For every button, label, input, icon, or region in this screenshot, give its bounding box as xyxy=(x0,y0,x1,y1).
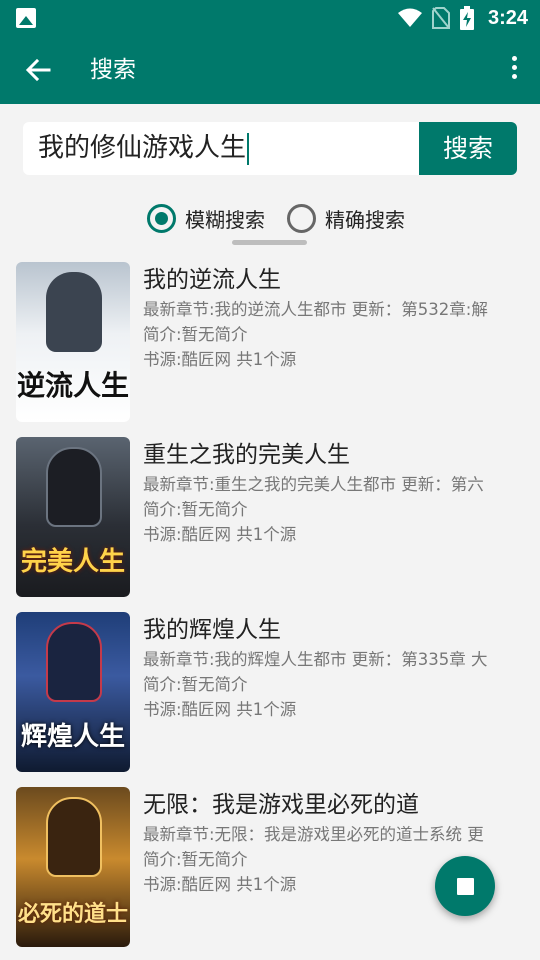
list-item[interactable]: 完美人生 重生之我的完美人生 最新章节:重生之我的完美人生都市 更新：第六 简介… xyxy=(0,437,540,599)
book-title: 我的逆流人生 xyxy=(143,267,281,293)
radio-label-exact: 精确搜索 xyxy=(325,207,405,232)
radio-checked-icon[interactable] xyxy=(147,203,176,233)
drag-handle[interactable] xyxy=(232,240,307,245)
cover-title: 完美人生 xyxy=(20,547,125,577)
search-input[interactable]: 我的修仙游戏人生 xyxy=(23,122,421,175)
book-intro: 简介:暂无简介 xyxy=(143,675,248,694)
radio-exact-search[interactable]: 精确搜索 xyxy=(287,203,405,233)
book-title: 重生之我的完美人生 xyxy=(143,442,350,468)
book-intro: 简介:暂无简介 xyxy=(143,325,248,344)
gallery-icon xyxy=(16,8,36,28)
search-bar: 我的修仙游戏人生 搜索 xyxy=(23,122,517,175)
page-title: 搜索 xyxy=(90,57,136,83)
stop-search-button[interactable] xyxy=(435,856,495,916)
cover-title: 逆流人生 xyxy=(16,369,129,402)
radio-label-fuzzy: 模糊搜索 xyxy=(185,207,265,232)
cover-figure xyxy=(46,797,102,877)
list-item[interactable]: 逆流人生 我的逆流人生 最新章节:我的逆流人生都市 更新：第532章:解 简介:… xyxy=(0,262,540,424)
book-title: 我的辉煌人生 xyxy=(143,617,281,643)
arrow-back-icon[interactable] xyxy=(22,54,54,86)
search-query: 我的修仙游戏人生 xyxy=(38,133,247,163)
radio-unchecked-icon[interactable] xyxy=(287,203,316,233)
no-sim-icon xyxy=(431,7,450,29)
radio-fuzzy-search[interactable]: 模糊搜索 xyxy=(147,203,265,233)
list-item[interactable]: 辉煌人生 我的辉煌人生 最新章节:我的辉煌人生都市 更新：第335章 大 简介:… xyxy=(0,612,540,774)
search-mode-group: 模糊搜索 精确搜索 xyxy=(147,201,427,235)
app-bar: 搜索 xyxy=(0,36,540,104)
book-source: 书源:酷匠网 共1个源 xyxy=(143,350,297,369)
book-info: 重生之我的完美人生 最新章节:重生之我的完美人生都市 更新：第六 简介:暂无简介… xyxy=(143,437,540,547)
book-info: 我的逆流人生 最新章节:我的逆流人生都市 更新：第532章:解 简介:暂无简介 … xyxy=(143,262,540,372)
status-icons: 3:24 xyxy=(397,0,528,36)
cover-title: 辉煌人生 xyxy=(20,722,125,752)
battery-charging-icon xyxy=(459,6,474,30)
book-cover: 完美人生 xyxy=(16,437,130,597)
cover-figure xyxy=(46,272,102,352)
book-cover: 辉煌人生 xyxy=(16,612,130,772)
more-vert-icon[interactable] xyxy=(506,56,522,84)
book-title: 无限：我是游戏里必死的道 xyxy=(143,792,419,818)
book-intro: 简介:暂无简介 xyxy=(143,500,248,519)
book-cover: 逆流人生 xyxy=(16,262,130,422)
book-cover: 必死的道士 xyxy=(16,787,130,947)
book-latest-chapter: 最新章节:我的辉煌人生都市 更新：第335章 大 xyxy=(143,650,488,669)
cover-figure xyxy=(46,622,102,702)
status-time: 3:24 xyxy=(487,6,528,29)
search-button[interactable]: 搜索 xyxy=(419,122,517,175)
status-bar: 3:24 xyxy=(0,0,540,36)
book-info: 我的辉煌人生 最新章节:我的辉煌人生都市 更新：第335章 大 简介:暂无简介 … xyxy=(143,612,540,722)
book-source: 书源:酷匠网 共1个源 xyxy=(143,700,297,719)
book-latest-chapter: 最新章节:我的逆流人生都市 更新：第532章:解 xyxy=(143,300,488,319)
book-latest-chapter: 最新章节:重生之我的完美人生都市 更新：第六 xyxy=(143,475,484,494)
book-latest-chapter: 最新章节:无限：我是游戏里必死的道士系统 更 xyxy=(143,825,484,844)
wifi-icon xyxy=(397,8,422,27)
book-source: 书源:酷匠网 共1个源 xyxy=(143,525,297,544)
text-cursor xyxy=(247,132,250,165)
stop-icon xyxy=(457,878,474,895)
cover-figure xyxy=(46,447,102,527)
cover-title: 必死的道士 xyxy=(17,901,128,927)
